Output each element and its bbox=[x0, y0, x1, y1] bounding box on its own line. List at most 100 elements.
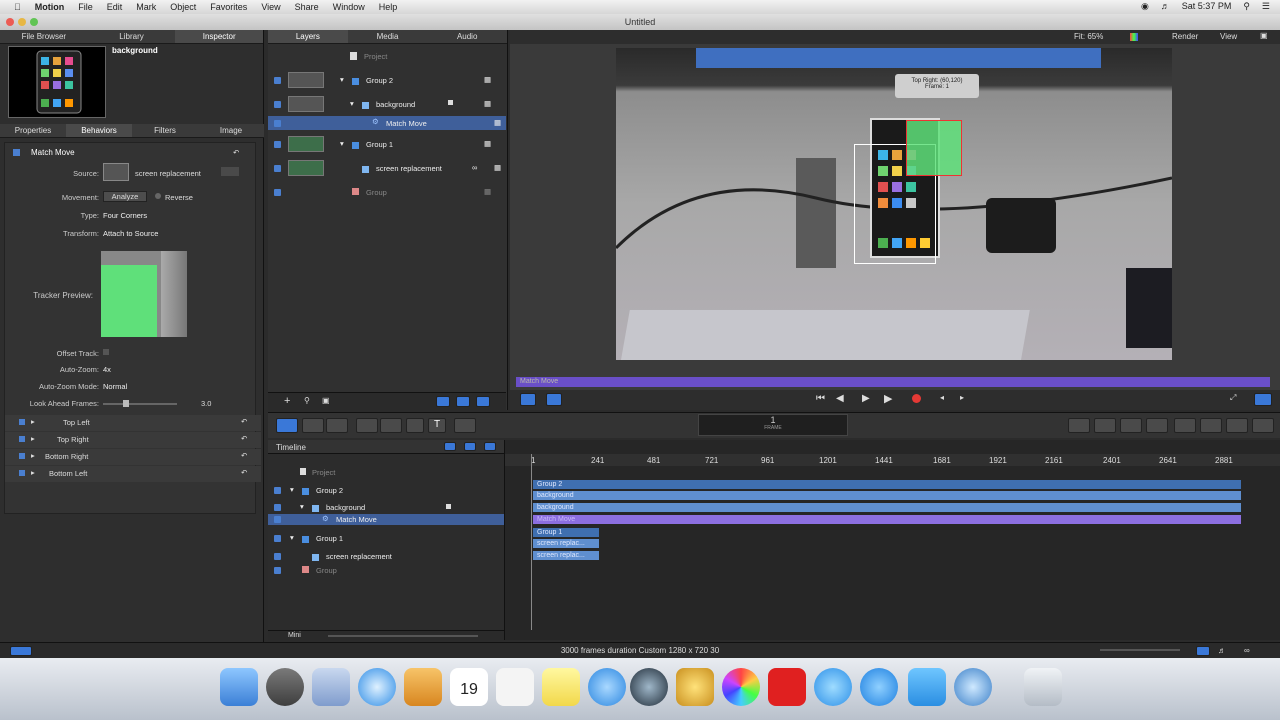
wifi-icon[interactable]: ◉ bbox=[1141, 1, 1149, 12]
audio-timeline-button[interactable] bbox=[520, 393, 536, 406]
playhead[interactable] bbox=[531, 454, 532, 630]
lock-icon[interactable]: ▦ bbox=[484, 187, 491, 196]
source-well[interactable] bbox=[103, 163, 129, 181]
paint-tool-button[interactable] bbox=[406, 418, 424, 433]
layer-checkbox[interactable] bbox=[274, 189, 281, 196]
play-icon[interactable]: ▶ bbox=[884, 392, 892, 405]
layers-view-button[interactable] bbox=[436, 396, 450, 407]
volume-icon[interactable]: ♬ bbox=[1218, 643, 1226, 659]
look-ahead-value[interactable]: 3.0 bbox=[201, 399, 211, 408]
menu-window[interactable]: Window bbox=[333, 2, 365, 12]
menu-favorites[interactable]: Favorites bbox=[210, 2, 247, 12]
list-icon[interactable]: ☰ bbox=[1262, 1, 1270, 12]
layer-checkbox[interactable] bbox=[274, 487, 281, 494]
behaviors-view-button[interactable] bbox=[456, 396, 470, 407]
layer-row-group-2[interactable]: ▾ Group 2 ▦ bbox=[268, 70, 506, 90]
camera-button[interactable] bbox=[1068, 418, 1090, 433]
layer-checkbox[interactable] bbox=[274, 101, 281, 108]
layer-row-background[interactable]: ▾ background ▦ bbox=[268, 94, 506, 114]
source-popup-button[interactable] bbox=[221, 167, 239, 176]
show-hide-panels-button[interactable] bbox=[10, 646, 32, 656]
select-tool-button[interactable] bbox=[276, 418, 298, 433]
next-keyframe-icon[interactable]: ▸ bbox=[960, 393, 964, 402]
timing-display[interactable]: 1 FRAME bbox=[698, 414, 848, 436]
layer-checkbox[interactable] bbox=[274, 535, 281, 542]
corner-row-top-right[interactable]: ▸ Top Right ↶ bbox=[5, 432, 261, 448]
behaviors-library-button[interactable] bbox=[1094, 418, 1116, 433]
corner-checkbox[interactable] bbox=[19, 470, 25, 476]
messages-icon[interactable] bbox=[588, 668, 626, 706]
corner-checkbox[interactable] bbox=[19, 436, 25, 442]
bezier-tool-button[interactable] bbox=[380, 418, 402, 433]
photo-booth-icon[interactable] bbox=[768, 668, 806, 706]
disclosure-icon[interactable]: ▾ bbox=[290, 485, 294, 494]
show-keyframes-button[interactable] bbox=[484, 442, 496, 451]
lock-icon[interactable]: ▦ bbox=[494, 118, 501, 127]
pan-zoom-tool-button[interactable] bbox=[302, 418, 324, 433]
calendar-icon[interactable]: 19 bbox=[450, 668, 488, 706]
layer-checkbox[interactable] bbox=[274, 567, 281, 574]
preview-app-icon[interactable] bbox=[312, 668, 350, 706]
grid-button[interactable] bbox=[1252, 418, 1274, 433]
track-bar[interactable]: background bbox=[533, 491, 1241, 500]
view-popup[interactable]: View bbox=[1220, 32, 1237, 41]
shape-tool-button[interactable] bbox=[356, 418, 378, 433]
type-popup[interactable]: Four Corners bbox=[103, 211, 147, 220]
finder-icon[interactable] bbox=[220, 668, 258, 706]
corner-row-bottom-left[interactable]: ▸ Bottom Left ↶ bbox=[5, 466, 261, 482]
close-window-button[interactable] bbox=[6, 18, 14, 26]
loop-button[interactable] bbox=[1254, 393, 1272, 406]
tab-media[interactable]: Media bbox=[348, 30, 428, 43]
tab-properties[interactable]: Properties bbox=[0, 124, 66, 137]
color-channels-icon[interactable] bbox=[1130, 33, 1138, 41]
layer-row-group[interactable]: Group ▦ bbox=[268, 182, 506, 202]
look-ahead-slider[interactable] bbox=[103, 403, 177, 405]
analyze-button[interactable]: Analyze bbox=[103, 191, 147, 202]
tab-behaviors[interactable]: Behaviors bbox=[66, 124, 132, 137]
particles-button[interactable] bbox=[1174, 418, 1196, 433]
layout-button[interactable] bbox=[1196, 646, 1210, 656]
previous-frame-icon[interactable]: ◀ bbox=[836, 393, 844, 404]
tab-audio[interactable]: Audio bbox=[427, 30, 507, 43]
corner-checkbox[interactable] bbox=[19, 419, 25, 425]
reminders-icon[interactable] bbox=[496, 668, 534, 706]
previous-keyframe-icon[interactable]: ◂ bbox=[940, 393, 944, 402]
disclosure-icon[interactable]: ▾ bbox=[300, 502, 304, 511]
track-bar[interactable]: Match Move bbox=[533, 515, 1241, 524]
layer-row-project[interactable]: Project bbox=[268, 46, 506, 66]
layer-row-group-1[interactable]: ▾ Group 1 ▦ bbox=[268, 134, 506, 154]
tl-row-group-2[interactable]: ▾ Group 2 bbox=[268, 484, 504, 496]
lock-icon[interactable]: ▦ bbox=[484, 75, 491, 84]
tab-layers[interactable]: Layers bbox=[268, 30, 348, 43]
reverse-checkbox[interactable] bbox=[155, 193, 161, 199]
layout-icon[interactable]: ▣ bbox=[1260, 31, 1268, 40]
menu-edit[interactable]: Edit bbox=[107, 2, 123, 12]
filters-view-button[interactable] bbox=[476, 396, 490, 407]
facetime-icon[interactable] bbox=[630, 668, 668, 706]
layer-checkbox[interactable] bbox=[274, 553, 281, 560]
disclosure-icon[interactable]: ▾ bbox=[290, 533, 294, 542]
track-bar[interactable]: background bbox=[533, 503, 1241, 512]
menu-app[interactable]: Motion bbox=[35, 2, 65, 12]
next-frame-icon[interactable]: ▶ bbox=[862, 393, 870, 404]
go-to-start-icon[interactable]: ⏮ bbox=[816, 393, 825, 404]
fullscreen-icon[interactable]: ⤢ bbox=[1230, 393, 1236, 403]
timeline-ruler[interactable]: 1 241 481 721 961 1201 1441 1681 1921 21… bbox=[505, 454, 1280, 466]
reset-icon[interactable]: ↶ bbox=[241, 434, 247, 443]
lock-icon[interactable]: ▦ bbox=[484, 99, 491, 108]
minimize-window-button[interactable] bbox=[18, 18, 26, 26]
menubar-clock[interactable]: Sat 5:37 PM bbox=[1182, 1, 1232, 12]
network-utility-icon[interactable] bbox=[954, 668, 992, 706]
group-button-icon[interactable]: ▣ bbox=[322, 396, 330, 405]
reset-icon[interactable]: ↶ bbox=[233, 148, 239, 157]
reset-icon[interactable]: ↶ bbox=[241, 451, 247, 460]
menu-file[interactable]: File bbox=[78, 2, 93, 12]
mask-tool-button[interactable] bbox=[454, 418, 476, 433]
tl-row-project[interactable]: Project bbox=[268, 466, 504, 478]
layer-checkbox[interactable] bbox=[274, 120, 281, 127]
lock-icon[interactable]: ▦ bbox=[494, 163, 501, 172]
layer-row-screen-replacement[interactable]: screen replacement ∞ ▦ bbox=[268, 158, 506, 178]
mini-timeline-bar[interactable]: Match Move bbox=[516, 377, 1270, 387]
layer-row-match-move[interactable]: ⚙ Match Move ▦ bbox=[268, 116, 506, 130]
disclosure-icon[interactable]: ▾ bbox=[340, 139, 344, 148]
